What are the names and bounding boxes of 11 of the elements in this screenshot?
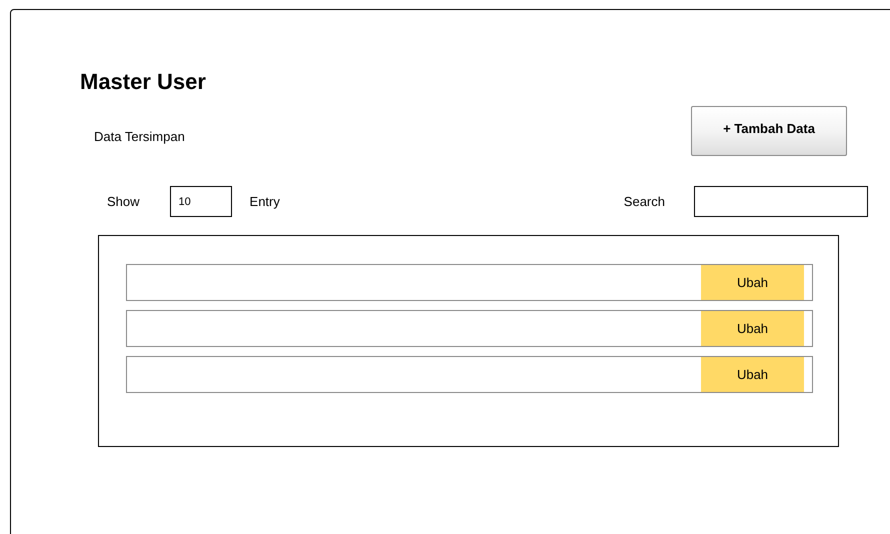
edit-button[interactable]: Ubah — [701, 357, 804, 392]
entry-count-field[interactable]: 10 — [170, 186, 232, 217]
entry-label: Entry — [250, 194, 280, 209]
show-label: Show — [107, 194, 140, 209]
edit-button[interactable]: Ubah — [701, 311, 804, 346]
search-field[interactable] — [694, 186, 868, 217]
add-data-button[interactable]: + Tambah Data — [691, 106, 847, 156]
section-label: Data Tersimpan — [94, 129, 186, 144]
edit-button[interactable]: Ubah — [701, 265, 804, 300]
search-label: Search — [624, 194, 665, 209]
page-title: Master User — [80, 68, 206, 96]
